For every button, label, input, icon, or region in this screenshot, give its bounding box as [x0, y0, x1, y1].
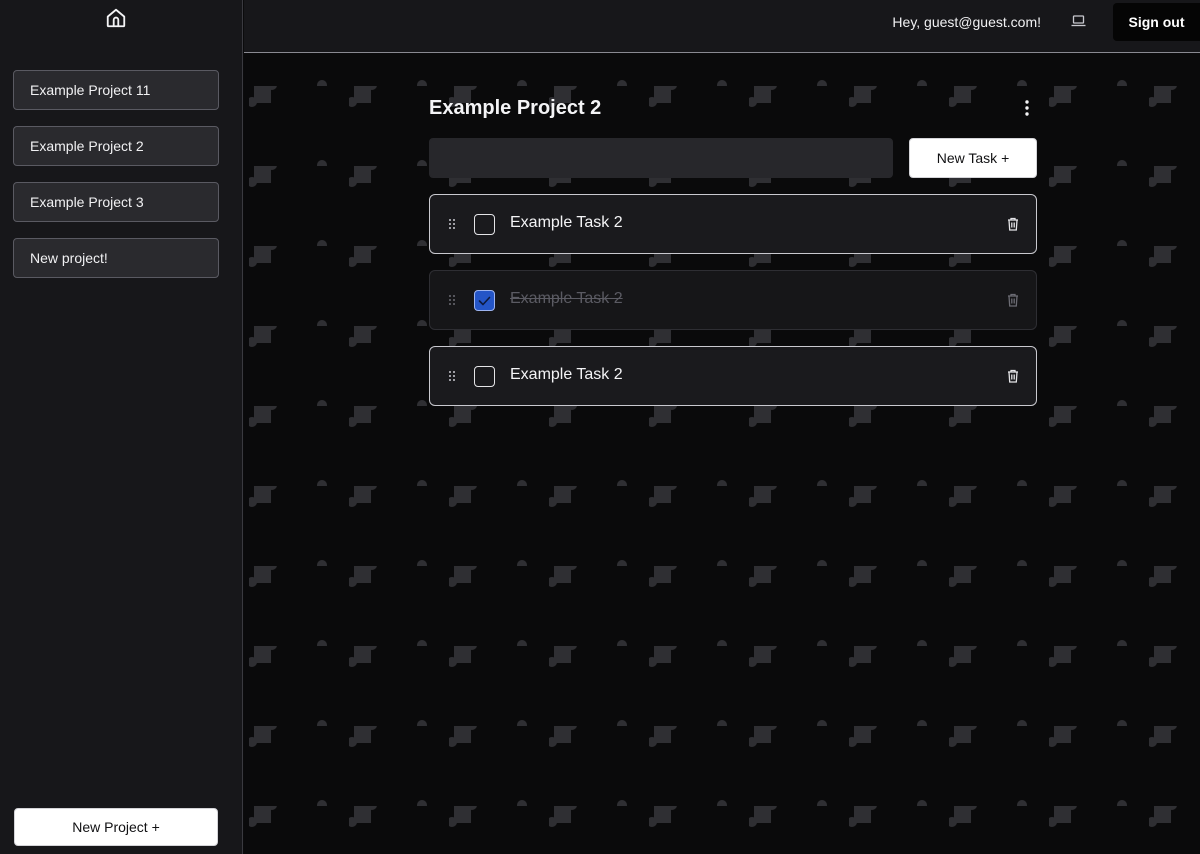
project-item-label: Example Project 2: [30, 138, 144, 154]
new-task-input[interactable]: [429, 138, 893, 178]
main-area: Example Project 2 New Task + Example Tas…: [244, 54, 1200, 854]
task-item-completed: Example Task 2: [429, 270, 1037, 330]
new-task-button[interactable]: New Task +: [909, 138, 1037, 178]
task-label: Example Task 2: [510, 290, 623, 307]
new-project-button[interactable]: New Project +: [14, 808, 218, 846]
project-item-label: New project!: [30, 250, 108, 266]
project-menu-button[interactable]: [1017, 98, 1037, 118]
sidebar: Example Project 11 Example Project 2 Exa…: [0, 0, 243, 854]
task-item: Example Task 2: [429, 194, 1037, 254]
new-project-label: New Project +: [72, 819, 160, 835]
drag-handle-icon[interactable]: [448, 294, 456, 306]
check-icon: [478, 296, 491, 305]
delete-task-button[interactable]: [1006, 292, 1020, 308]
sidebar-project-item[interactable]: Example Project 2: [13, 126, 219, 166]
task-item: Example Task 2: [429, 346, 1037, 406]
trash-icon: [1008, 293, 1018, 307]
sidebar-project-item[interactable]: New project!: [13, 238, 219, 278]
trash-icon: [1008, 217, 1018, 231]
sidebar-project-item[interactable]: Example Project 11: [13, 70, 219, 110]
project-title: Example Project 2: [429, 97, 602, 119]
project-item-label: Example Project 11: [30, 82, 151, 98]
task-label: Example Task 2: [510, 366, 623, 383]
home-icon: [106, 8, 126, 28]
theme-toggle-button[interactable]: [1070, 13, 1086, 29]
project-item-label: Example Project 3: [30, 194, 144, 210]
drag-handle-icon[interactable]: [448, 218, 456, 230]
trash-icon: [1008, 369, 1018, 383]
user-greeting: Hey, guest@guest.com!: [892, 14, 1041, 30]
task-checkbox[interactable]: [474, 366, 495, 387]
drag-handle-icon[interactable]: [448, 370, 456, 382]
laptop-icon: [1071, 15, 1085, 27]
sidebar-project-item[interactable]: Example Project 3: [13, 182, 219, 222]
new-task-label: New Task +: [936, 150, 1010, 166]
home-button[interactable]: [104, 6, 128, 30]
task-checkbox-checked[interactable]: [474, 290, 495, 311]
task-checkbox[interactable]: [474, 214, 495, 235]
task-label: Example Task 2: [510, 214, 623, 231]
project-list: Example Project 11 Example Project 2 Exa…: [13, 70, 219, 278]
sign-out-button[interactable]: Sign out: [1113, 3, 1200, 41]
top-header: Hey, guest@guest.com! Sign out: [244, 0, 1200, 53]
delete-task-button[interactable]: [1006, 368, 1020, 384]
more-vertical-icon: [1025, 100, 1029, 116]
delete-task-button[interactable]: [1006, 216, 1020, 232]
sign-out-label: Sign out: [1128, 14, 1185, 30]
